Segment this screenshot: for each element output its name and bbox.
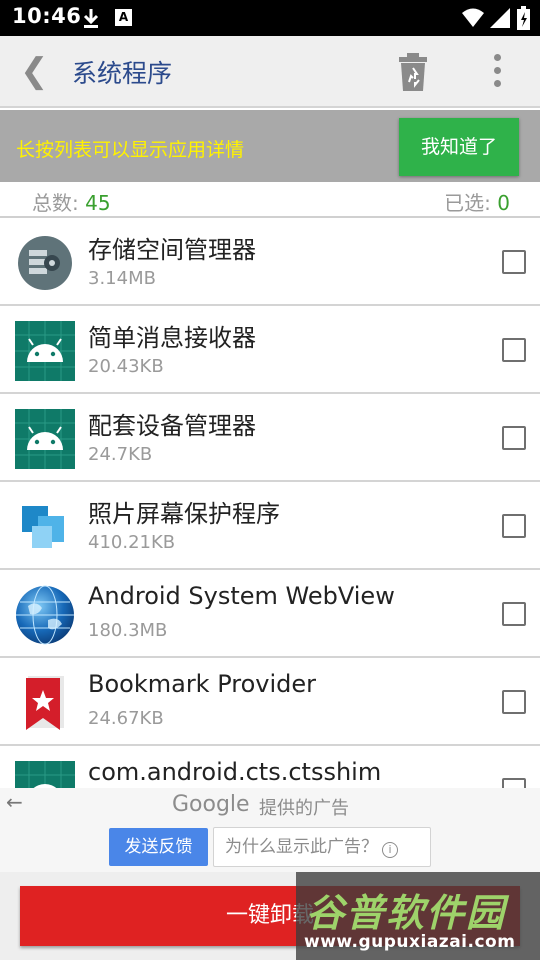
trash-icon[interactable]: [398, 52, 428, 92]
list-item[interactable]: Android System WebView 180.3MB: [0, 570, 540, 658]
battery-icon: [517, 6, 530, 30]
toolbar: ❮ 系统程序: [0, 36, 540, 108]
select-checkbox[interactable]: [502, 338, 526, 362]
total-count-value: 45: [85, 191, 111, 215]
app-name: com.android.cts.ctsshim: [88, 758, 382, 786]
watermark: 谷普软件园 www.gupuxiazai.com: [296, 872, 540, 960]
select-checkbox[interactable]: [502, 514, 526, 538]
got-it-button[interactable]: 我知道了: [399, 118, 519, 176]
select-checkbox[interactable]: [502, 778, 526, 788]
status-time: 10:46: [12, 4, 82, 28]
selected-count: 已选: 0: [444, 187, 510, 216]
app-name: 存储空间管理器: [88, 236, 256, 264]
hint-bar: 长按列表可以显示应用详情 我知道了: [0, 110, 540, 182]
photo-screensaver-icon: [22, 506, 64, 548]
why-this-ad-text: 为什么显示此广告？: [225, 837, 378, 857]
list-item[interactable]: 简单消息接收器 20.43KB: [0, 306, 540, 394]
list-item[interactable]: Bookmark Provider 24.67KB: [0, 658, 540, 746]
app-size: 410.21KB: [88, 532, 176, 553]
ad-banner: ← Google 提供的广告 发送反馈 为什么显示此广告？ i: [0, 788, 540, 872]
app-name: 照片屏幕保护程序: [88, 500, 280, 528]
more-vert-icon[interactable]: [490, 54, 504, 90]
status-bar: 10:46 A: [0, 0, 540, 36]
globe-icon: [16, 585, 74, 645]
page-title: 系统程序: [72, 59, 173, 88]
app-list: 存储空间管理器 3.14MB 简单消息接收器 20.43KB 配套设备管理器 2…: [0, 218, 540, 788]
watermark-title: 谷普软件园: [306, 891, 507, 935]
app-size: 180.3MB: [88, 620, 168, 641]
select-checkbox[interactable]: [502, 602, 526, 626]
signal-icon: [490, 8, 510, 28]
select-checkbox[interactable]: [502, 250, 526, 274]
list-item[interactable]: 存储空间管理器 3.14MB: [0, 218, 540, 306]
hint-text: 长按列表可以显示应用详情: [16, 139, 245, 161]
app-size: 24.67KB: [88, 708, 164, 729]
selected-count-value: 0: [497, 191, 510, 215]
send-feedback-button[interactable]: 发送反馈: [109, 828, 208, 866]
wifi-icon: [462, 8, 484, 27]
info-icon: i: [382, 842, 398, 858]
app-name: 配套设备管理器: [88, 412, 256, 440]
total-count-label: 总数:: [32, 191, 86, 215]
chevron-left-icon[interactable]: ❮: [20, 54, 50, 90]
notification-a-icon: A: [115, 9, 132, 26]
select-checkbox[interactable]: [502, 690, 526, 714]
storage-manager-icon: [18, 236, 72, 290]
ad-brand: Google: [172, 792, 250, 817]
android-icon: [15, 409, 75, 469]
app-name: 简单消息接收器: [88, 324, 256, 352]
count-bar: 总数: 45 已选: 0: [0, 184, 540, 218]
total-count: 总数: 45: [32, 187, 111, 216]
select-checkbox[interactable]: [502, 426, 526, 450]
arrow-left-icon[interactable]: ←: [6, 790, 23, 814]
bookmark-icon: [26, 676, 64, 730]
app-name: Bookmark Provider: [88, 670, 317, 698]
ad-label: 提供的广告: [259, 798, 349, 819]
app-size: 20.43KB: [88, 356, 164, 377]
android-icon: [15, 761, 75, 788]
app-size: 3.14MB: [88, 268, 156, 289]
app-name: Android System WebView: [88, 582, 395, 610]
list-item[interactable]: 配套设备管理器 24.7KB: [0, 394, 540, 482]
android-icon: [15, 321, 75, 381]
download-icon: [83, 9, 99, 28]
list-item[interactable]: com.android.cts.ctsshim: [0, 746, 540, 788]
app-size: 24.7KB: [88, 444, 153, 465]
selected-count-label: 已选:: [444, 191, 498, 215]
why-this-ad-button[interactable]: 为什么显示此广告？ i: [213, 827, 431, 867]
watermark-url: www.gupuxiazai.com: [304, 932, 516, 952]
list-item[interactable]: 照片屏幕保护程序 410.21KB: [0, 482, 540, 570]
